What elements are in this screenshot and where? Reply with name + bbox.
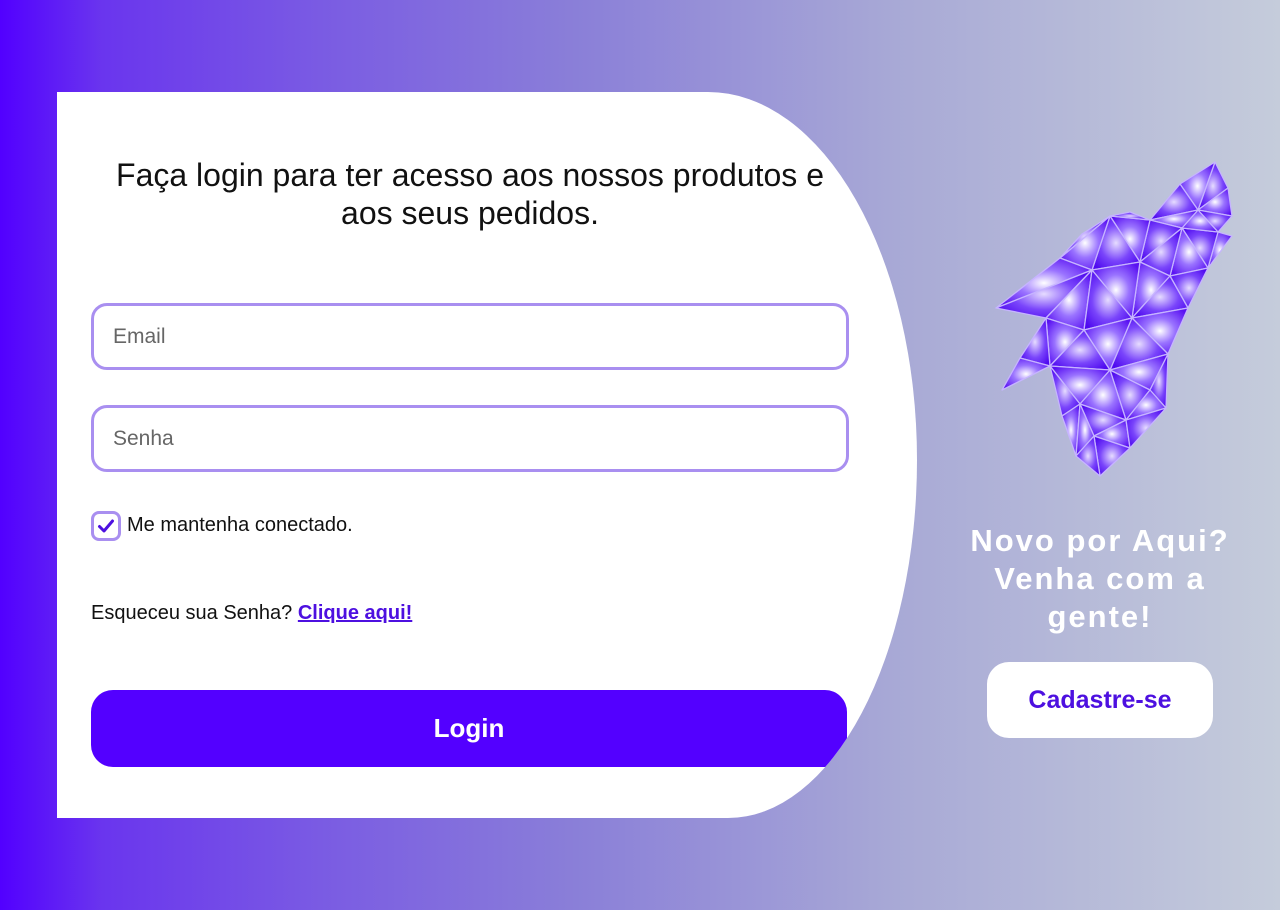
signup-button[interactable]: Cadastre-se (987, 662, 1213, 738)
login-card: Faça login para ter acesso aos nossos pr… (57, 92, 917, 818)
forgot-password: Esqueceu sua Senha? Clique aqui! (91, 602, 412, 625)
email-field[interactable] (91, 303, 849, 370)
remember-checkbox[interactable] (91, 510, 121, 541)
forgot-text: Esqueceu sua Senha? (91, 602, 293, 624)
signup-title: Novo por Aqui? Venha com a gente! (970, 523, 1230, 634)
login-headline: Faça login para ter acesso aos nossos pr… (116, 157, 824, 231)
remember-me[interactable]: Me mantenha conectado. (91, 508, 353, 543)
wolf-logo-icon (995, 161, 1233, 477)
login-button[interactable]: Login (91, 690, 847, 767)
password-input[interactable] (94, 408, 846, 469)
email-input[interactable] (94, 306, 846, 367)
password-field[interactable] (91, 405, 849, 472)
check-icon (98, 519, 114, 532)
forgot-password-link[interactable]: Clique aqui! (298, 602, 412, 624)
signup-panel: Novo por Aqui? Venha com a gente! Cadast… (950, 0, 1250, 910)
remember-label: Me mantenha conectado. (127, 514, 353, 536)
